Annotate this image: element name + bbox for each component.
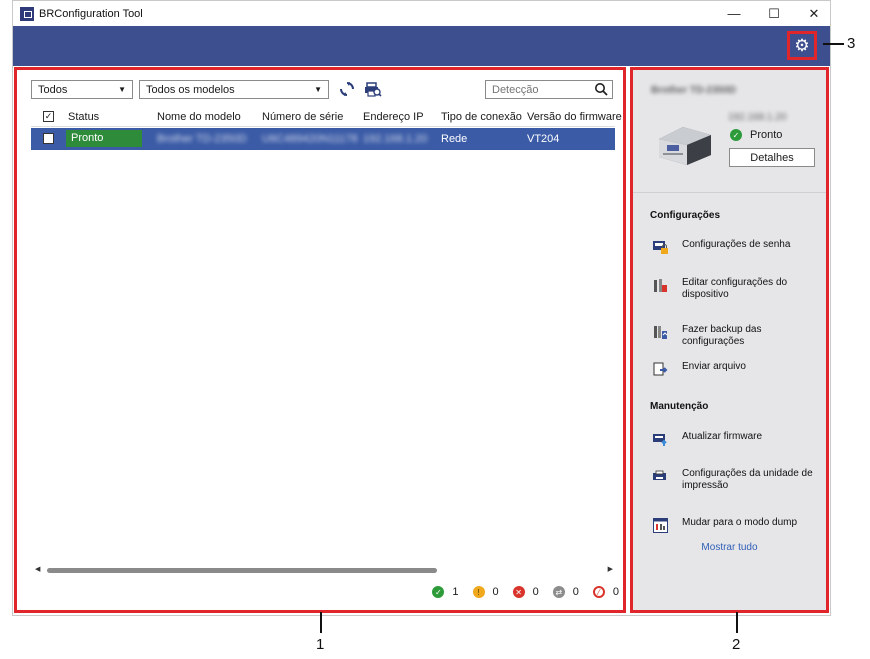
device-name: Brother TD-2350D [651, 85, 737, 96]
print-unit-settings-icon [653, 470, 666, 480]
search-field[interactable] [485, 80, 613, 99]
menu-label: Fazer backup das configurações [682, 324, 762, 347]
gear-icon: ⚙ [794, 35, 810, 55]
refresh-icon[interactable] [337, 79, 357, 99]
cell-model: Brother TD-2350D [157, 133, 247, 145]
header-band: ⚙ [13, 26, 830, 66]
settings-section-title: Configurações [650, 210, 721, 221]
blocked-circle-icon: ⁄ [592, 586, 605, 598]
update-firmware-icon [653, 434, 667, 446]
count-error-value: 0 [532, 586, 539, 598]
filter-all-value: Todos [38, 83, 68, 96]
error-circle-icon: ✕ [512, 586, 525, 598]
details-button[interactable]: Detalhes [729, 148, 815, 167]
row-checkbox[interactable]: ✓ [43, 133, 54, 144]
check-circle-icon: ✓ [432, 586, 445, 598]
edit-device-settings-icon [654, 279, 667, 292]
device-settings-panel: Brother TD-2350D 192.168.1.20 ✓ Pronto D… [630, 67, 829, 613]
device-list-panel: Todos ▼ Todos os modelos ▼ ✓ Status Nome… [14, 67, 626, 613]
dump-mode-icon [653, 518, 668, 533]
maximize-button[interactable]: ☐ [754, 1, 794, 26]
column-connection[interactable]: Tipo de conexão [441, 111, 522, 123]
scrollbar-thumb[interactable] [47, 568, 437, 573]
offline-circle-icon: ⇄ [552, 586, 565, 598]
scroll-right-icon[interactable]: ▶ [608, 565, 613, 573]
scroll-left-icon[interactable]: ◀ [35, 565, 40, 573]
menu-label: Configurações da unidade de impressão [682, 468, 813, 491]
column-ip[interactable]: Endereço IP [363, 111, 424, 123]
close-button[interactable]: ✕ [794, 1, 834, 26]
menu-dump-mode[interactable]: Mudar para o modo dump [653, 517, 825, 533]
filter-models-value: Todos os modelos [146, 83, 235, 96]
show-all-link[interactable]: Mostrar tudo [633, 542, 826, 553]
callout-line-3 [823, 43, 844, 45]
menu-backup-settings[interactable]: Fazer backup das configurações [653, 324, 825, 348]
menu-label: Atualizar firmware [682, 431, 763, 442]
count-warning: ! 0 [472, 586, 499, 598]
callout-2: 2 [732, 636, 741, 653]
minimize-button[interactable]: — [714, 1, 754, 26]
menu-label: Editar configurações do dispositivo [682, 277, 788, 300]
window-title: BRConfiguration Tool [39, 7, 143, 20]
count-offline: ⇄ 0 [552, 586, 579, 598]
backup-settings-icon [654, 326, 668, 339]
check-circle-icon: ✓ [730, 129, 742, 141]
menu-send-file[interactable]: Enviar arquivo [653, 361, 825, 377]
cell-serial: U6C489420N11178 [262, 133, 358, 145]
column-serial[interactable]: Número de série [262, 111, 343, 123]
title-bar: BRConfiguration Tool — ☐ ✕ [13, 1, 830, 26]
menu-print-unit-settings[interactable]: Configurações da unidade de impressão [653, 468, 825, 492]
password-settings-icon [653, 241, 668, 254]
table-header: ✓ Status Nome do modelo Número de série … [31, 108, 622, 127]
count-ok: ✓ 1 [432, 586, 459, 598]
device-status-label: Pronto [750, 129, 783, 141]
menu-password-settings[interactable]: Configurações de senha [653, 239, 825, 255]
divider [633, 192, 826, 193]
printer-search-icon[interactable] [363, 79, 383, 99]
search-icon[interactable] [594, 81, 608, 100]
warning-circle-icon: ! [472, 586, 485, 598]
callout-line-1 [320, 612, 322, 633]
menu-label: Mudar para o modo dump [682, 517, 798, 528]
callout-line-2 [736, 612, 738, 633]
app-logo-icon [20, 6, 34, 21]
device-status: ✓ Pronto [730, 129, 782, 141]
filter-all-select[interactable]: Todos ▼ [31, 80, 133, 99]
menu-update-firmware[interactable]: Atualizar firmware [653, 431, 825, 447]
count-error: ✕ 0 [512, 586, 539, 598]
device-ip: 192.168.1.20 [728, 112, 787, 123]
column-status[interactable]: Status [68, 111, 99, 123]
count-disabled: ⁄ 0 [592, 586, 619, 598]
cell-firmware: VT204 [527, 133, 560, 145]
maintenance-section-title: Manutenção [650, 401, 709, 412]
status-counts-bar: ✓ 1 ! 0 ✕ 0 ⇄ 0 ⁄ 0 [418, 586, 619, 598]
select-all-checkbox[interactable]: ✓ [43, 111, 54, 122]
printer-image [659, 127, 711, 165]
count-warning-value: 0 [492, 586, 499, 598]
callout-3: 3 [847, 35, 856, 52]
cell-ip: 192.168.1.20 [363, 133, 428, 145]
chevron-down-icon: ▼ [314, 85, 322, 94]
menu-edit-device-settings[interactable]: Editar configurações do dispositivo [653, 277, 825, 301]
count-ok-value: 1 [452, 586, 459, 598]
column-firmware[interactable]: Versão do firmware [527, 111, 622, 123]
menu-label: Enviar arquivo [682, 361, 746, 372]
count-disabled-value: 0 [612, 586, 619, 598]
horizontal-scrollbar[interactable]: ◀ ▶ [35, 565, 613, 575]
column-model[interactable]: Nome do modelo [157, 111, 241, 123]
settings-gear-button[interactable]: ⚙ [787, 31, 817, 60]
callout-1: 1 [316, 636, 325, 653]
table-row[interactable]: ✓ Pronto Brother TD-2350D U6C489420N1117… [31, 128, 615, 150]
device-table: ✓ Status Nome do modelo Número de série … [31, 108, 622, 150]
cell-connection: Rede [441, 133, 468, 145]
chevron-down-icon: ▼ [118, 85, 126, 94]
status-badge: Pronto [66, 130, 142, 147]
count-offline-value: 0 [572, 586, 579, 598]
menu-label: Configurações de senha [682, 239, 791, 250]
app-window: BRConfiguration Tool — ☐ ✕ ⚙ Todos ▼ Tod… [12, 0, 831, 616]
search-input[interactable] [486, 81, 586, 98]
send-file-icon [653, 362, 668, 376]
filter-models-select[interactable]: Todos os modelos ▼ [139, 80, 329, 99]
